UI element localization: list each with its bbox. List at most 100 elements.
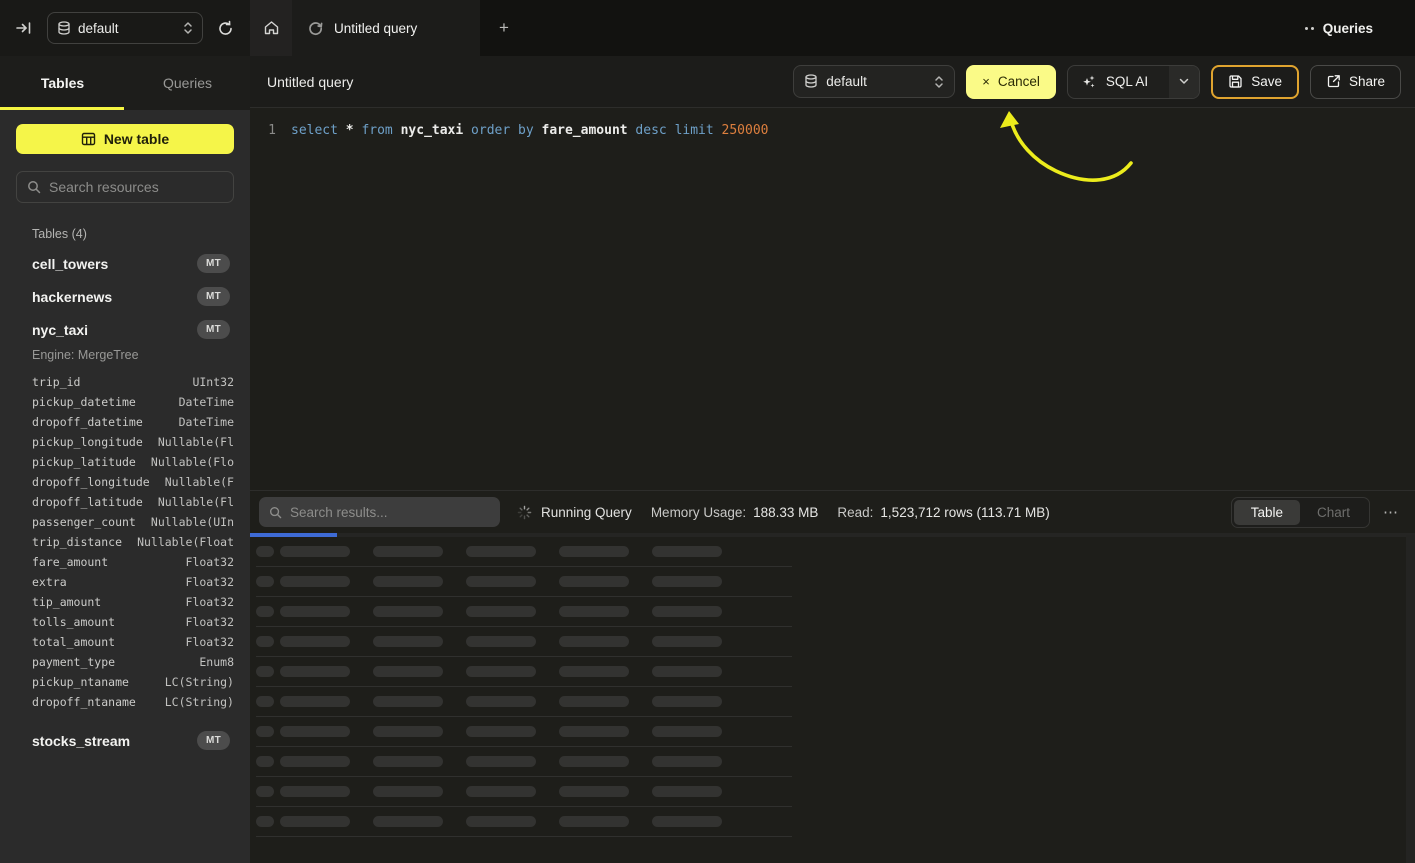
sql-ai-button[interactable]: SQL AI: [1067, 65, 1200, 99]
close-icon: ×: [982, 74, 990, 89]
skeleton-cell: [373, 726, 443, 737]
skeleton-cell: [559, 666, 629, 677]
search-resources-input[interactable]: [49, 179, 223, 195]
table-name: cell_towers: [32, 256, 197, 272]
skeleton-cell: [559, 816, 629, 827]
view-toggle-table[interactable]: Table: [1234, 500, 1300, 525]
new-tab-button[interactable]: +: [480, 0, 528, 56]
column-row[interactable]: pickup_datetime DateTime: [32, 392, 234, 412]
column-type: Enum8: [199, 652, 234, 672]
skeleton-cell: [559, 636, 629, 647]
skeleton-cell: [280, 546, 350, 557]
home-tab-button[interactable]: [250, 0, 292, 56]
topbar-queries-link[interactable]: Queries: [1285, 0, 1415, 56]
chevron-updown-icon: [183, 21, 193, 35]
save-button[interactable]: Save: [1211, 65, 1299, 99]
query-database-selector[interactable]: default: [793, 65, 955, 98]
tab-untitled-query[interactable]: Untitled query: [292, 0, 480, 56]
query-header: Untitled query default: [250, 56, 1415, 108]
column-row[interactable]: extraFloat32: [32, 572, 234, 592]
column-row[interactable]: trip_idUInt32: [32, 372, 234, 392]
sidebar-tab-queries[interactable]: Queries: [125, 56, 250, 110]
column-row[interactable]: trip_distanceNullable(Float: [32, 532, 234, 552]
skeleton-row: [256, 777, 792, 807]
column-type: LC(String): [165, 692, 234, 712]
topbar: default: [0, 0, 1415, 56]
sidebar: Tables Queries New table: [0, 56, 250, 863]
skeleton-cell: [466, 666, 536, 677]
column-row[interactable]: total_amountFloat32: [32, 632, 234, 652]
skeleton-cell: [373, 636, 443, 647]
sql-editor[interactable]: 1 select * from nyc_taxi order by fare_a…: [250, 108, 1415, 490]
table-row-hackernews[interactable]: hackernews MT: [16, 280, 234, 313]
skeleton-cell: [256, 666, 274, 677]
column-name: payment_type: [32, 652, 115, 672]
column-row[interactable]: dropoff_latitudeNullable(Fl: [32, 492, 234, 512]
search-results-input[interactable]: [290, 505, 490, 520]
skeleton-cell: [559, 546, 629, 557]
skeleton-cell: [559, 606, 629, 617]
column-row[interactable]: pickup_ntanameLC(String): [32, 672, 234, 692]
column-name: dropoff_datetime: [32, 412, 143, 432]
column-row[interactable]: dropoff_longitudeNullable(F: [32, 472, 234, 492]
refresh-icon[interactable]: [217, 20, 234, 37]
sidebar-tabs: Tables Queries: [0, 56, 250, 110]
main-panel: Untitled query default: [250, 56, 1415, 863]
skeleton-cell: [466, 786, 536, 797]
column-row[interactable]: pickup_longitudeNullable(Fl: [32, 432, 234, 452]
cancel-label: Cancel: [998, 74, 1040, 89]
skeleton-row: [256, 717, 792, 747]
skeleton-cell: [652, 756, 722, 767]
table-grid-icon: [81, 132, 96, 146]
skeleton-table: [250, 537, 1415, 837]
table-row-nyc-taxi[interactable]: nyc_taxi MT: [16, 313, 234, 346]
skeleton-cell: [466, 576, 536, 587]
share-label: Share: [1349, 74, 1385, 89]
skeleton-cell: [280, 786, 350, 797]
skeleton-cell: [256, 696, 274, 707]
skeleton-cell: [280, 636, 350, 647]
column-name: pickup_datetime: [32, 392, 136, 412]
skeleton-row: [256, 657, 792, 687]
skeleton-cell: [256, 816, 274, 827]
table-row-stocks-stream[interactable]: stocks_stream MT: [16, 724, 234, 757]
skeleton-cell: [466, 546, 536, 557]
column-row[interactable]: tip_amountFloat32: [32, 592, 234, 612]
column-name: dropoff_latitude: [32, 492, 143, 512]
column-name: fare_amount: [32, 552, 108, 572]
results-search: [259, 497, 500, 527]
sql-ai-dropdown[interactable]: [1169, 66, 1199, 98]
column-name: dropoff_ntaname: [32, 692, 136, 712]
new-table-label: New table: [104, 131, 169, 147]
share-button[interactable]: Share: [1310, 65, 1401, 99]
database-selector[interactable]: default: [47, 12, 203, 44]
column-row[interactable]: tolls_amountFloat32: [32, 612, 234, 632]
cancel-button[interactable]: × Cancel: [966, 65, 1056, 99]
column-row[interactable]: dropoff_datetimeDateTime: [32, 412, 234, 432]
column-type: DateTime: [179, 392, 234, 412]
column-row[interactable]: payment_type Enum8: [32, 652, 234, 672]
skeleton-cell: [280, 696, 350, 707]
table-row-cell-towers[interactable]: cell_towers MT: [16, 247, 234, 280]
results-panel: Running Query Memory Usage: 188.33 MB Re…: [250, 490, 1415, 863]
column-type: Float32: [186, 552, 234, 572]
collapse-sidebar-icon[interactable]: [16, 21, 33, 35]
spinner-icon: [517, 505, 532, 520]
column-row[interactable]: pickup_latitudeNullable(Flo: [32, 452, 234, 472]
column-row[interactable]: dropoff_ntaname LC(String): [32, 692, 234, 712]
more-options-button[interactable]: ⋯: [1383, 503, 1399, 521]
query-database-value: default: [826, 74, 926, 89]
column-row[interactable]: passenger_countNullable(UIn: [32, 512, 234, 532]
column-type: LC(String): [165, 672, 234, 692]
active-tab-underline: [0, 107, 124, 110]
skeleton-cell: [256, 546, 274, 557]
sql-ai-main[interactable]: SQL AI: [1068, 66, 1161, 98]
view-toggle-chart[interactable]: Chart: [1300, 500, 1367, 525]
column-type: Nullable(F: [165, 472, 234, 492]
new-table-button[interactable]: New table: [16, 124, 234, 154]
column-row[interactable]: fare_amount Float32: [32, 552, 234, 572]
query-header-controls: default × Cancel: [793, 65, 1401, 99]
engine-badge: MT: [197, 731, 230, 750]
skeleton-cell: [373, 816, 443, 827]
sidebar-tab-tables[interactable]: Tables: [0, 56, 125, 110]
